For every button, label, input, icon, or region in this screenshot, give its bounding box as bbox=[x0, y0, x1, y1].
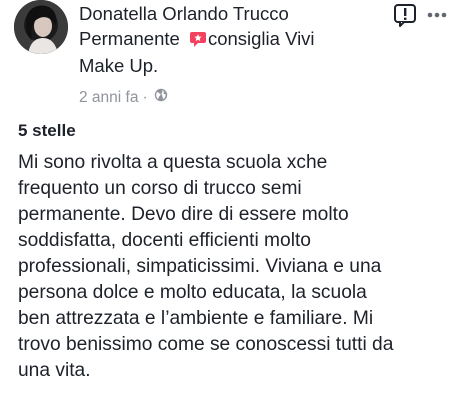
review-line: ben attrezzata e l’ambiente e familiare.… bbox=[18, 308, 374, 329]
post-meta: 2 anni fa · bbox=[79, 88, 168, 107]
more-dots-icon[interactable] bbox=[427, 12, 447, 18]
review-line: soddisfatta, docenti efficienti molto bbox=[18, 230, 311, 251]
avatar-photo bbox=[14, 0, 68, 54]
review-line: trovo benissimo come se conoscessi tutti… bbox=[18, 334, 394, 355]
post-header: Donatella Orlando Trucco Permanente cons… bbox=[79, 2, 379, 79]
review-line: permanente. Devo dire di essere molto bbox=[18, 204, 349, 225]
review-line: Mi sono rivolta a questa scuola xche bbox=[18, 152, 328, 173]
author-name-line-2[interactable]: Permanente bbox=[79, 28, 180, 49]
recommend-speech-icon bbox=[189, 30, 207, 55]
post-timestamp[interactable]: 2 anni fa bbox=[79, 89, 138, 107]
page-name-link[interactable]: Make Up. bbox=[79, 55, 158, 76]
review-line: frequento un corso di trucco semi bbox=[18, 178, 302, 199]
post-actions bbox=[393, 3, 447, 27]
review-line: persona dolce e molto educata, la scuola bbox=[18, 282, 367, 303]
review-line: una vita. bbox=[18, 360, 91, 381]
recommends-page-text[interactable]: consiglia Vivi bbox=[208, 28, 315, 49]
author-name-line-1[interactable]: Donatella Orlando Trucco bbox=[79, 3, 289, 24]
meta-separator: · bbox=[142, 88, 148, 106]
review-line: professionali, simpaticissimi. Viviana e… bbox=[18, 256, 382, 277]
rating-text: 5 stelle bbox=[18, 121, 76, 140]
report-flag-icon[interactable] bbox=[393, 3, 417, 27]
review-text: Mi sono rivolta a questa scuola xche fre… bbox=[18, 150, 448, 384]
globe-icon bbox=[154, 88, 168, 107]
author-avatar[interactable] bbox=[14, 0, 68, 54]
